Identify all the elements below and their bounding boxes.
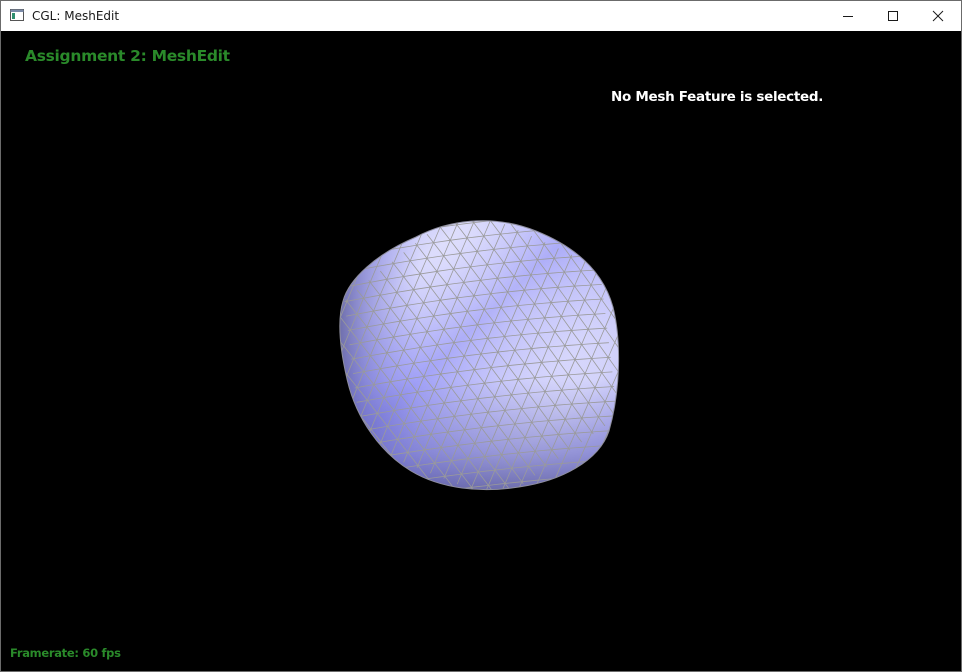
framerate-readout: Framerate: 60 fps <box>10 646 121 660</box>
minimize-button[interactable] <box>825 1 871 31</box>
app-window-icon <box>10 9 24 21</box>
close-button[interactable] <box>915 1 961 31</box>
maximize-button[interactable] <box>870 1 916 31</box>
app-window: CGL: MeshEdit Assignment 2: MeshEdit No … <box>0 0 962 672</box>
app-title: Assignment 2: MeshEdit <box>25 47 230 65</box>
wire-line <box>335 209 589 216</box>
maximize-icon <box>888 11 898 21</box>
title-bar[interactable]: CGL: MeshEdit <box>1 1 961 31</box>
mesh-render[interactable] <box>331 209 626 494</box>
window-title: CGL: MeshEdit <box>32 9 120 23</box>
selection-status: No Mesh Feature is selected. <box>611 89 824 105</box>
close-icon <box>932 10 944 22</box>
minimize-icon <box>843 16 853 17</box>
mesh-surface <box>335 209 619 490</box>
render-viewport[interactable]: Assignment 2: MeshEdit No Mesh Feature i… <box>1 31 961 671</box>
